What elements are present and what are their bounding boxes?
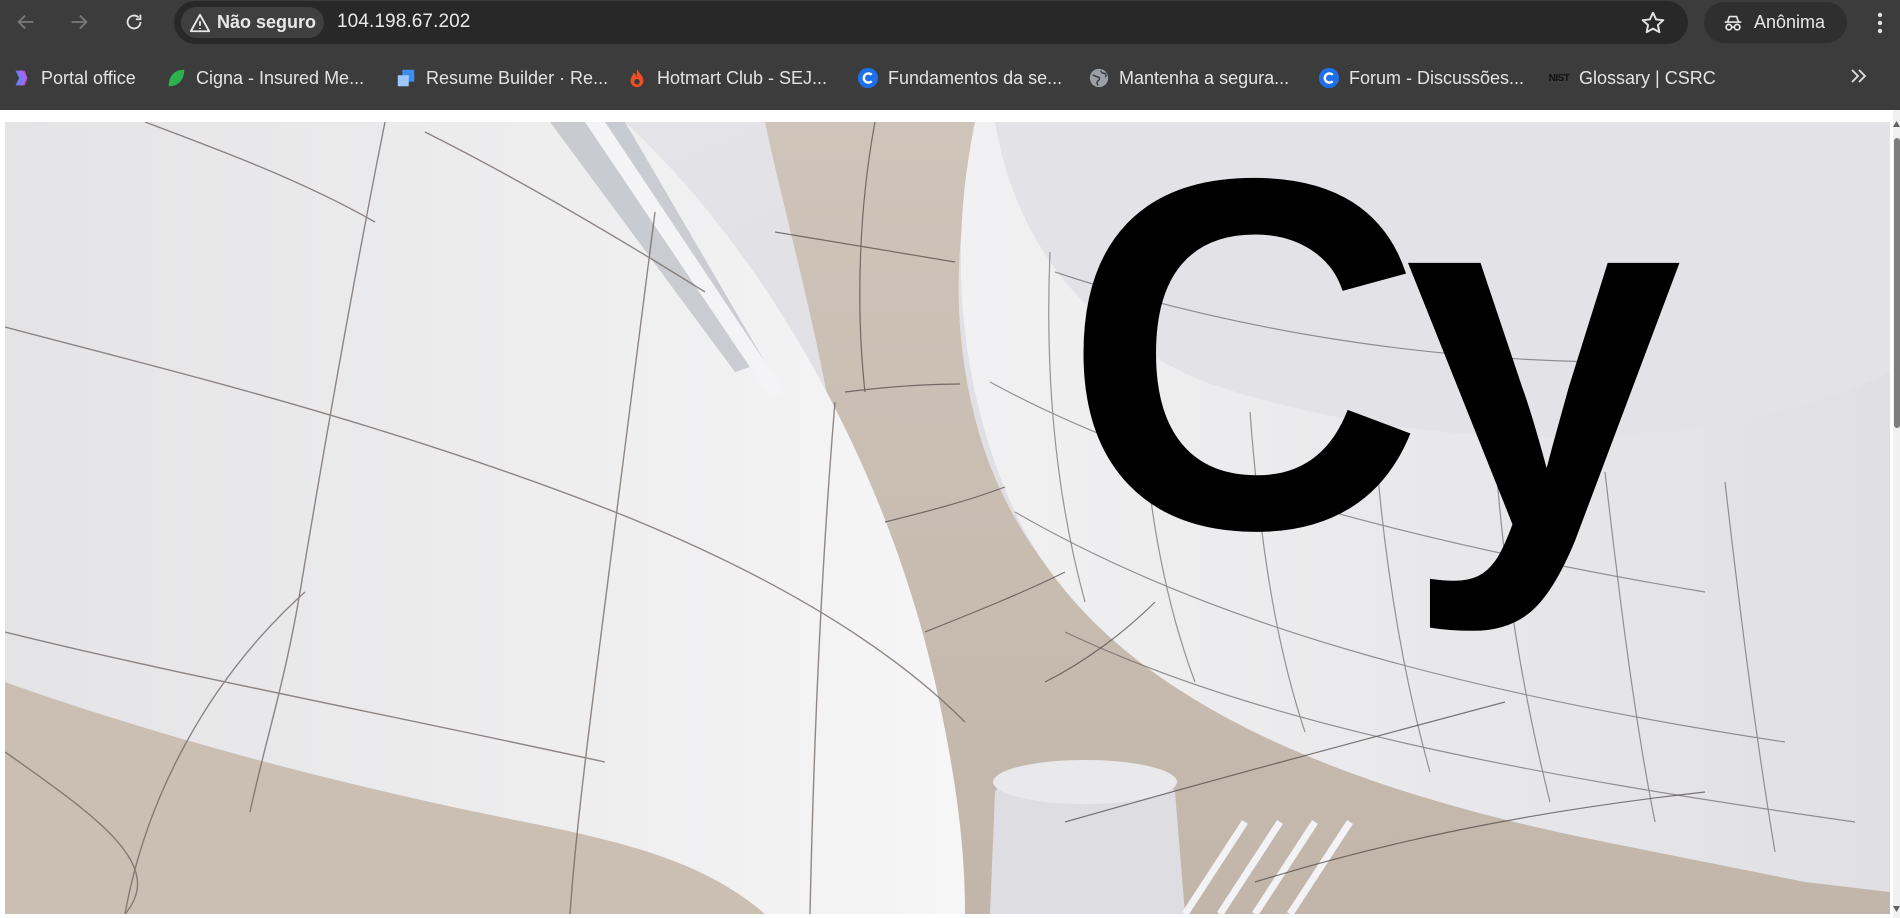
back-button[interactable]	[8, 4, 44, 40]
bookmarks-bar: Portal office Cigna - Insured Me... Resu…	[0, 45, 1900, 110]
triangle-up-icon	[1893, 121, 1900, 127]
arrow-right-icon	[71, 14, 88, 30]
bookmark-forum[interactable]: Forum - Discussões...	[1318, 63, 1524, 93]
more-bookmarks-button[interactable]	[1846, 61, 1870, 91]
copilot-icon	[10, 67, 32, 89]
reload-icon	[126, 14, 142, 30]
browser-toolbar: Não seguro 104.198.67.202 Anônima	[0, 0, 1900, 45]
security-label: Não seguro	[217, 12, 317, 32]
scrollbar-thumb[interactable]	[1894, 138, 1900, 428]
incognito-profile-button[interactable]: Anônima	[1704, 2, 1847, 43]
url-text[interactable]: 104.198.67.202	[337, 11, 470, 33]
bookmark-mantenha[interactable]: Mantenha a segura...	[1088, 63, 1289, 93]
warning-icon	[189, 13, 211, 32]
incognito-icon	[1724, 15, 1742, 31]
bookmark-hotmart[interactable]: Hotmart Club - SEJ...	[626, 63, 827, 93]
double-chevron-right-icon	[1851, 69, 1867, 83]
flame-icon	[626, 67, 648, 89]
hero-image: Cy	[5, 122, 1890, 914]
leaf-icon	[165, 67, 187, 89]
bookmark-glossary-csrc[interactable]: NIST Glossary | CSRC	[1548, 63, 1716, 93]
nist-icon: NIST	[1548, 67, 1570, 89]
star-icon	[1641, 11, 1665, 34]
bookmark-resume-builder[interactable]: Resume Builder · Re...	[395, 63, 608, 93]
page-viewport: Cy	[0, 110, 1900, 918]
arrow-left-icon	[17, 14, 34, 30]
more-vertical-icon	[1877, 12, 1883, 34]
scroll-up-button[interactable]	[1893, 115, 1900, 127]
coursera-icon	[1318, 67, 1340, 89]
browser-menu-button[interactable]	[1868, 6, 1892, 40]
profile-label: Anônima	[1754, 12, 1826, 32]
triangle-down-icon	[1893, 906, 1900, 912]
resume-builder-icon	[395, 67, 417, 89]
forward-button[interactable]	[61, 4, 97, 40]
globe-icon	[1088, 67, 1110, 89]
reload-button[interactable]	[116, 4, 152, 40]
bookmark-cigna[interactable]: Cigna - Insured Me...	[165, 63, 364, 93]
bookmark-star-button[interactable]	[1638, 8, 1668, 38]
bookmark-fundamentos[interactable]: Fundamentos da se...	[857, 63, 1062, 93]
scroll-down-button[interactable]	[1893, 900, 1900, 912]
bookmark-portal-office[interactable]: Portal office	[10, 63, 136, 93]
coursera-icon	[857, 67, 879, 89]
hero-heading: Cy	[1063, 122, 1682, 633]
security-indicator[interactable]: Não seguro	[181, 7, 324, 38]
